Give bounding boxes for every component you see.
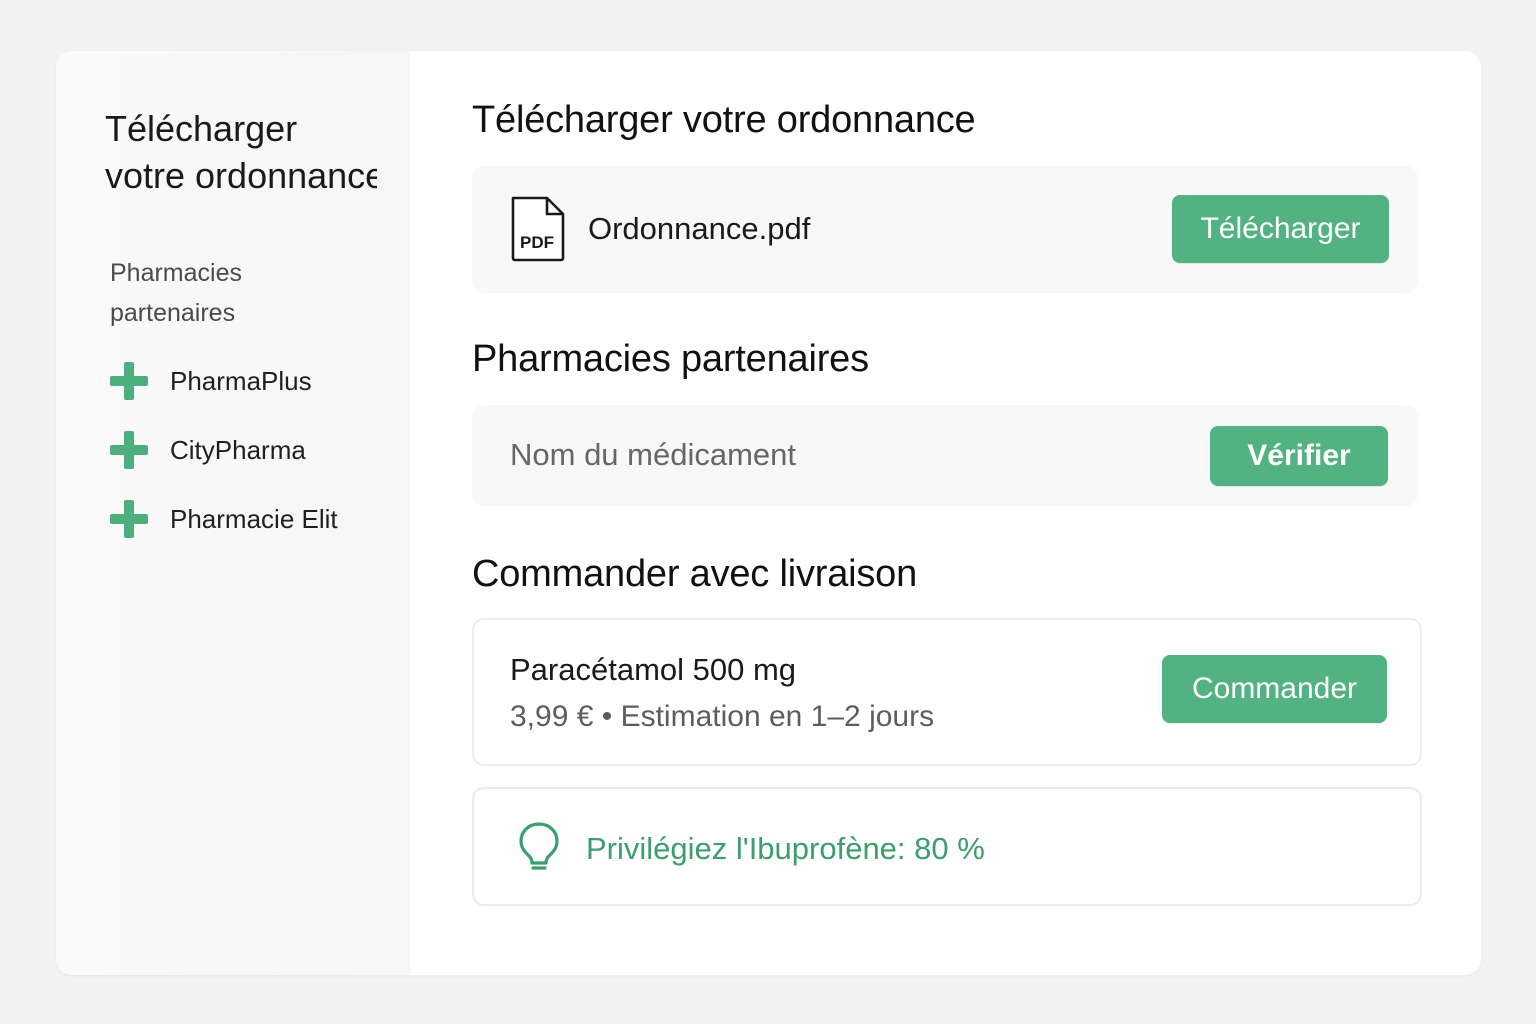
lightbulb-icon [519,822,559,870]
main-content: Télécharger votre ordonnance PDF Ordonna… [472,51,1481,975]
order-card: Paracétamol 500 mg 3,99 € • Estimation e… [472,618,1422,766]
upload-heading: Télécharger votre ordonnance [472,99,976,141]
sidebar-item-pharmaplus[interactable]: PharmaPlus [110,361,400,401]
verify-button[interactable]: Vérifier [1210,426,1388,486]
plus-icon [110,431,148,469]
medication-search-input[interactable] [510,433,1160,477]
upload-button[interactable]: Télécharger [1172,195,1389,263]
sidebar-item-label: PharmaPlus [170,365,312,396]
sidebar-section-label: Pharmacies partenaires [110,259,242,327]
sidebar-item-citypharma[interactable]: CityPharma [110,430,400,470]
main-card: Télécharger votre ordonnance Pharmacies … [56,51,1481,975]
sidebar-pharmacy-list: PharmaPlus CityPharma Pharmacie Elit [110,361,400,568]
order-heading: Commander avec livraison [472,553,918,595]
sidebar-title-line1: Télécharger [105,108,298,149]
sidebar-item-pharmacie-elit[interactable]: Pharmacie Elit [110,499,400,539]
file-name: Ordonnance.pdf [588,211,811,246]
order-button[interactable]: Commander [1162,655,1387,723]
sidebar-title: Télécharger votre ordonnance [105,105,377,199]
sidebar-item-label: CityPharma [170,434,306,465]
sidebar-title-line2: votre ordonnance [105,155,377,196]
product-price-delivery: 3,99 € • Estimation en 1–2 jours [510,700,935,733]
pdf-icon-label: PDF [520,233,554,252]
product-name: Paracétamol 500 mg [510,652,797,687]
medication-search-panel: Vérifier [472,405,1418,506]
tip-card: Privilégiez l'Ibuprofène: 80 % [472,787,1422,906]
partners-heading: Pharmacies partenaires [472,338,869,380]
upload-panel: PDF Ordonnance.pdf Télécharger [472,166,1418,293]
sidebar-item-label: Pharmacie Elit [170,503,338,534]
sidebar: Télécharger votre ordonnance Pharmacies … [56,51,410,975]
pdf-file-icon: PDF [511,196,565,262]
tip-text: Privilégiez l'Ibuprofène: 80 % [586,831,985,866]
plus-icon [110,500,148,538]
plus-icon [110,362,148,400]
